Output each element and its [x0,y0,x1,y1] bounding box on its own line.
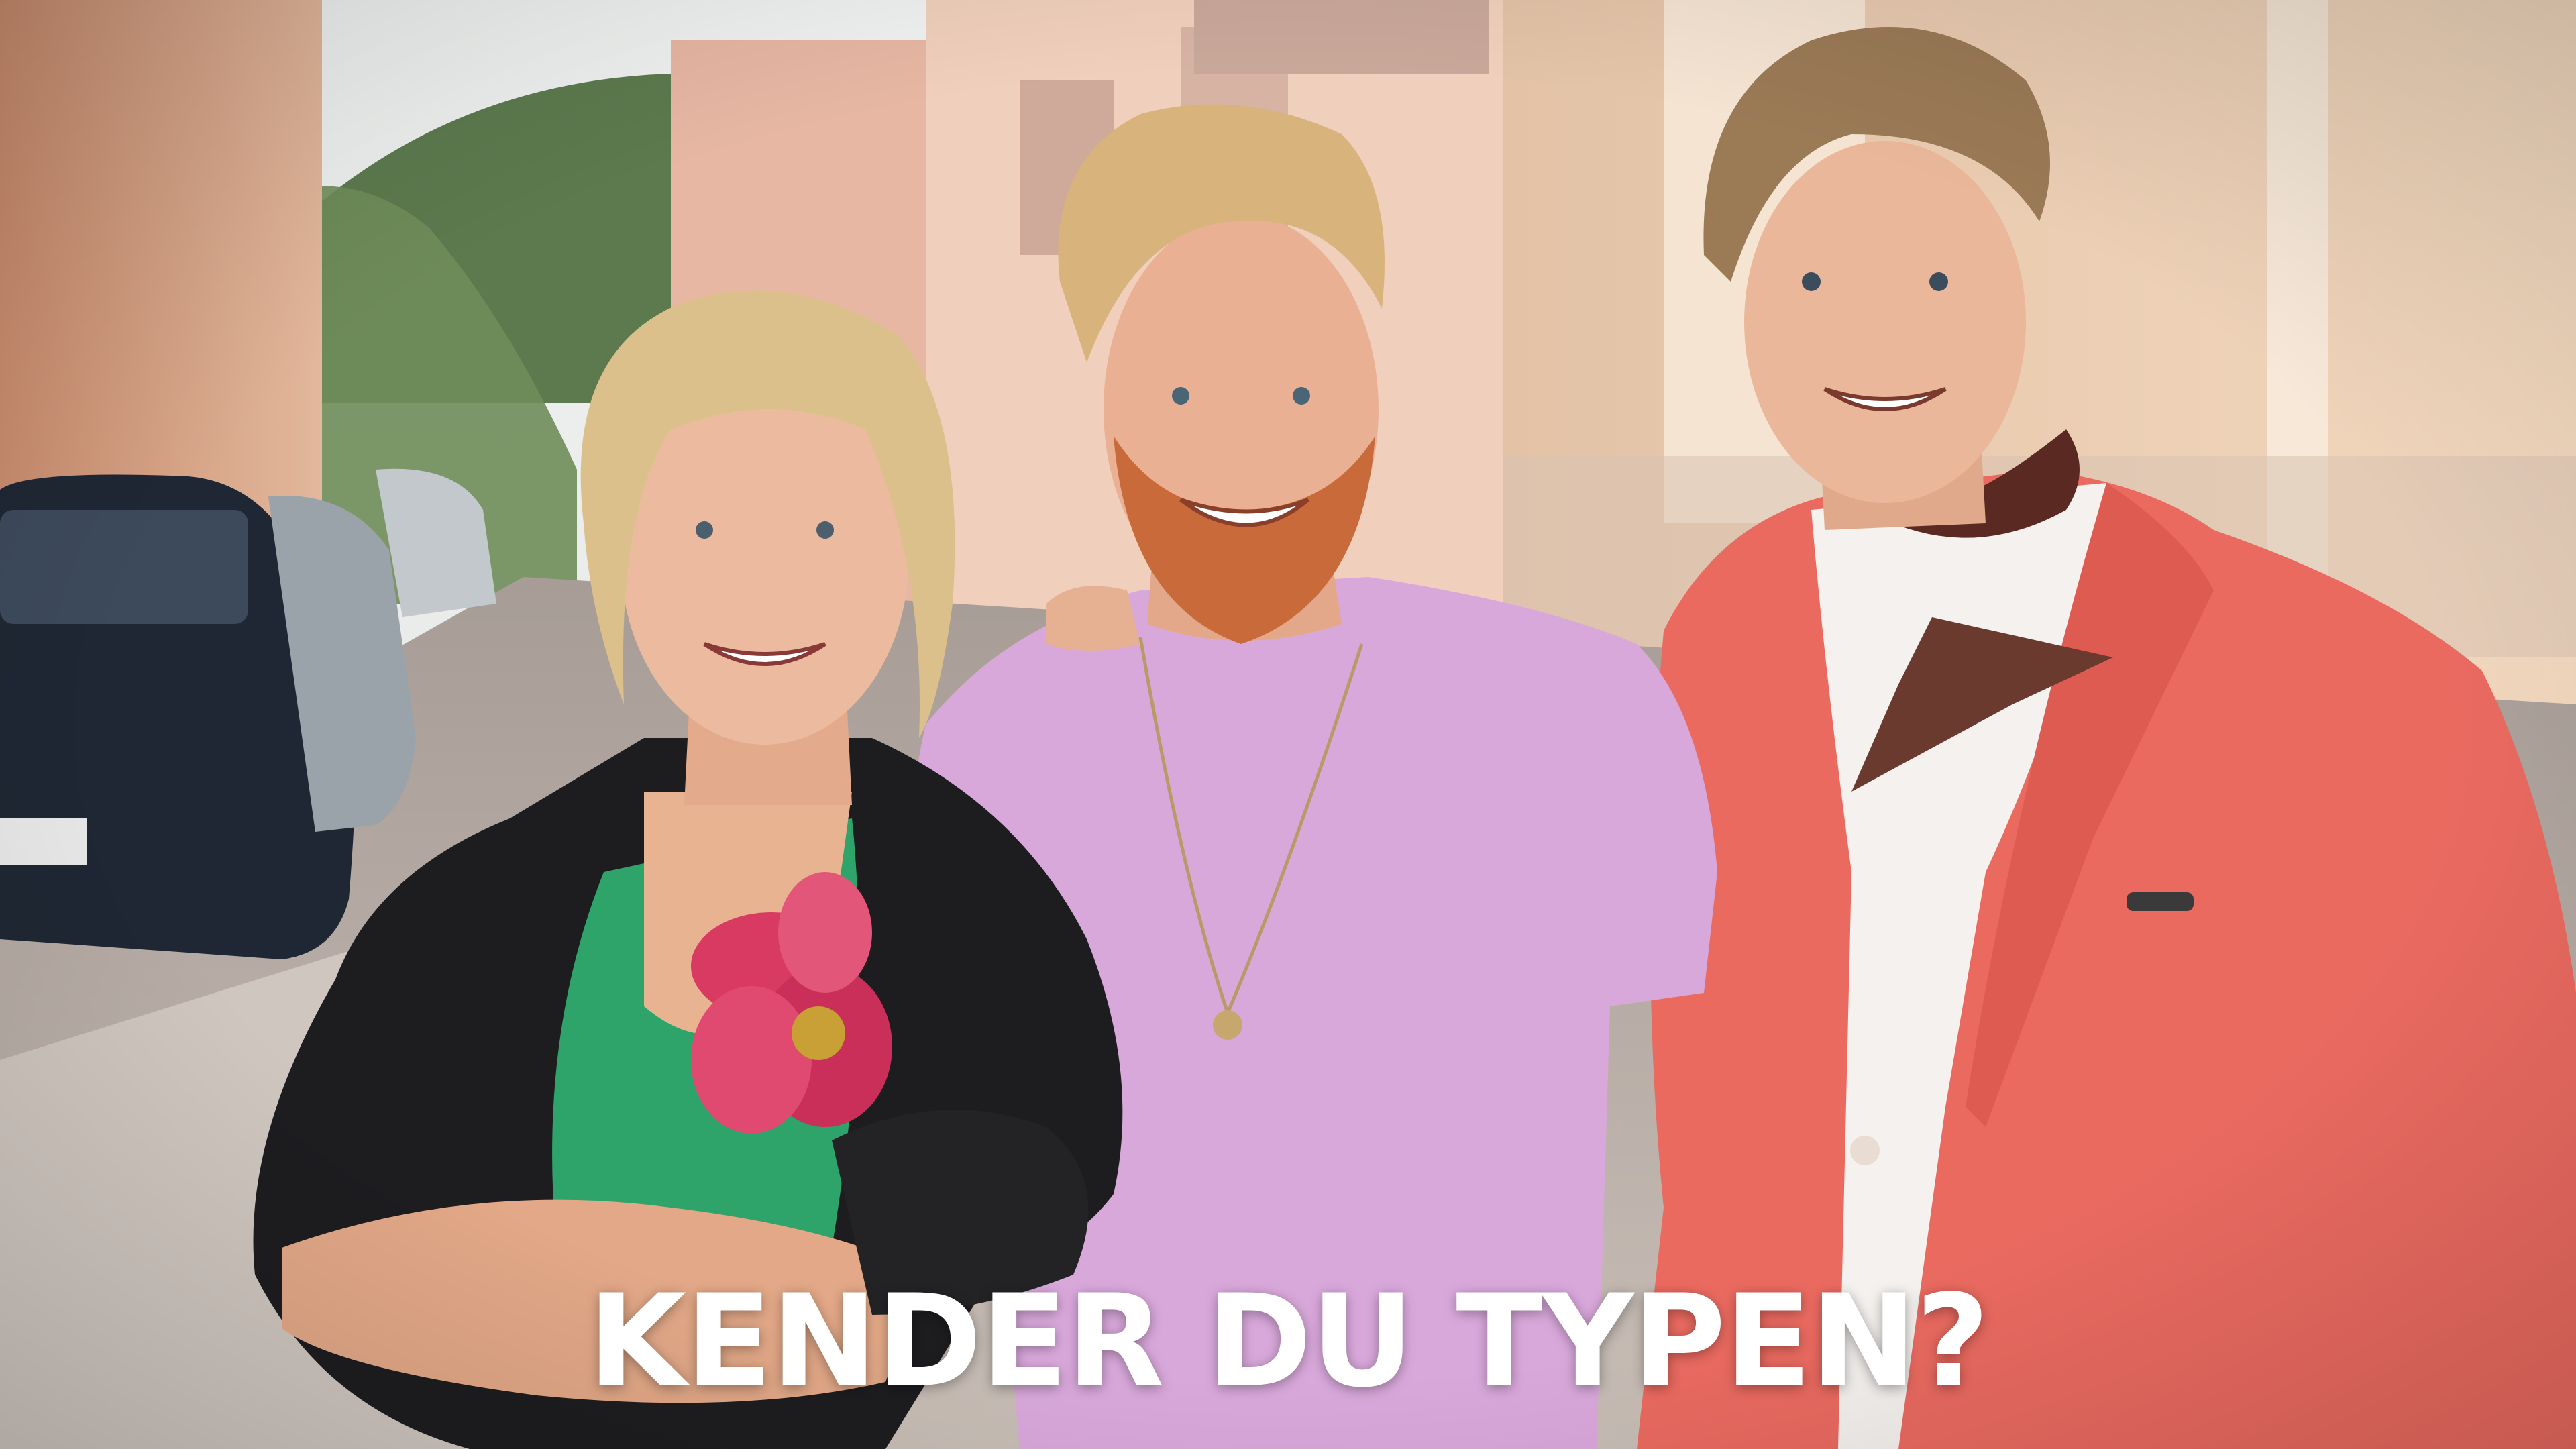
show-title: KENDER DU TYPEN? [588,1267,1990,1415]
promo-image: KENDER DU TYPEN? [0,0,2576,1449]
vignette [0,0,2576,1449]
photo-scene [0,0,2576,1449]
